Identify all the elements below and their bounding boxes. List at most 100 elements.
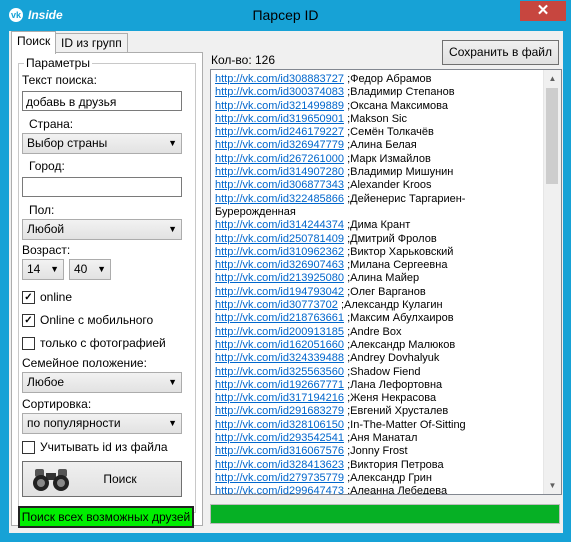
- profile-link[interactable]: http://vk.com/id250781409: [215, 233, 344, 245]
- list-item: http://vk.com/id317194216 ;Женя Некрасов…: [215, 392, 540, 405]
- results-list-content: http://vk.com/id308883727 ;Федор Абрамов…: [215, 73, 540, 494]
- profile-name: ;Владимир Мишунин: [344, 166, 454, 179]
- profile-name: ;Женя Некрасова: [344, 392, 437, 405]
- profile-link[interactable]: http://vk.com/id328106150: [215, 419, 344, 431]
- scroll-thumb[interactable]: [546, 88, 558, 184]
- use-file-ids-checkbox[interactable]: Учитывать id из файла: [22, 440, 168, 454]
- photo-only-checkbox[interactable]: только с фотографией: [22, 336, 166, 350]
- profile-name: ;Алина Майер: [344, 272, 420, 285]
- profile-name: ;Милана Сергеевна: [344, 259, 448, 272]
- profile-link[interactable]: http://vk.com/id300374083: [215, 86, 344, 98]
- family-value: Любое: [27, 375, 65, 389]
- list-item: http://vk.com/id299647473 ;Алеанна Лебед…: [215, 485, 540, 494]
- list-item: http://vk.com/id306877343 ;Alexander Kro…: [215, 179, 540, 192]
- list-item: http://vk.com/id326947779 ;Алина Белая: [215, 139, 540, 152]
- profile-link[interactable]: http://vk.com/id328413623: [215, 459, 344, 471]
- list-item: http://vk.com/id314907280 ;Владимир Мишу…: [215, 166, 540, 179]
- profile-link[interactable]: http://vk.com/id310962362: [215, 246, 344, 258]
- profile-link[interactable]: http://vk.com/id218763661: [215, 312, 344, 324]
- age-from-select[interactable]: 14 ▼: [22, 259, 64, 280]
- profile-name: ;Федор Абрамов: [344, 73, 432, 85]
- gender-select[interactable]: Любой ▼: [22, 219, 182, 240]
- sort-select[interactable]: по популярности ▼: [22, 413, 182, 434]
- profile-link[interactable]: http://vk.com/id316067576: [215, 445, 344, 457]
- list-item: http://vk.com/id328106150 ;In-The-Matter…: [215, 419, 540, 432]
- profile-link[interactable]: http://vk.com/id319650901: [215, 113, 344, 125]
- titlebar[interactable]: vk Inside Парсер ID ✕: [1, 1, 570, 30]
- profile-name: ;Аня Манатал: [344, 432, 418, 445]
- profile-link[interactable]: http://vk.com/id326907463: [215, 259, 344, 271]
- profile-link[interactable]: http://vk.com/id306877343: [215, 179, 344, 191]
- online-mobile-checkbox[interactable]: ✓ Online с мобильного: [22, 313, 153, 327]
- results-scrollbar[interactable]: ▲ ▼: [543, 70, 561, 494]
- list-item: http://vk.com/id321499889 ;Оксана Максим…: [215, 100, 540, 113]
- profile-link[interactable]: http://vk.com/id317194216: [215, 392, 344, 404]
- check-icon: ✓: [22, 313, 35, 327]
- profile-link[interactable]: http://vk.com/id162051660: [215, 339, 344, 351]
- progress-bar: [210, 504, 560, 524]
- profile-name: ;Евгений Хрусталев: [344, 405, 449, 418]
- online-mobile-label: Online с мобильного: [40, 313, 154, 327]
- scroll-up-icon[interactable]: ▲: [544, 70, 561, 87]
- profile-name: ;Александр Кулагин: [337, 299, 443, 312]
- search-button[interactable]: Поиск: [22, 461, 182, 497]
- list-item: http://vk.com/id324339488 ;Andrey Dovhal…: [215, 352, 540, 365]
- age-from-value: 14: [27, 262, 41, 276]
- check-icon: ✓: [22, 290, 35, 304]
- profile-link[interactable]: http://vk.com/id279735779: [215, 472, 344, 484]
- city-input[interactable]: [22, 177, 182, 197]
- profile-link[interactable]: http://vk.com/id321499889: [215, 100, 344, 112]
- chevron-down-icon: ▼: [50, 264, 59, 274]
- profile-name: ;Виктория Петрова: [344, 458, 444, 471]
- online-checkbox[interactable]: ✓ online: [22, 290, 72, 304]
- list-item: http://vk.com/id328413623 ;Виктория Петр…: [215, 459, 540, 472]
- profile-link[interactable]: http://vk.com/id314244374: [215, 219, 344, 231]
- profile-link[interactable]: http://vk.com/id200913185: [215, 326, 344, 338]
- profile-link[interactable]: http://vk.com/id293542541: [215, 432, 344, 444]
- profile-link[interactable]: http://vk.com/id192667771: [215, 379, 344, 391]
- profile-link[interactable]: http://vk.com/id194793042: [215, 286, 344, 298]
- profile-name: ;Дмитрий Фролов: [344, 232, 437, 245]
- results-list[interactable]: http://vk.com/id308883727 ;Федор Абрамов…: [210, 69, 562, 495]
- list-item: http://vk.com/id279735779 ;Александр Гри…: [215, 472, 540, 485]
- list-item: http://vk.com/id300374083 ;Владимир Степ…: [215, 86, 540, 99]
- profile-link[interactable]: http://vk.com/id213925080: [215, 272, 344, 284]
- country-select[interactable]: Выбор страны ▼: [22, 133, 182, 154]
- profile-link[interactable]: http://vk.com/id308883727: [215, 73, 344, 85]
- window-title: Парсер ID: [252, 7, 319, 23]
- profile-link[interactable]: http://vk.com/id326947779: [215, 139, 344, 151]
- list-item: http://vk.com/id194793042 ;Олег Варганов: [215, 286, 540, 299]
- list-item: http://vk.com/id322485866 ;Дейенерис Тар…: [215, 193, 540, 206]
- search-text-input[interactable]: добавь в друзья: [22, 91, 182, 111]
- profile-link[interactable]: http://vk.com/id322485866: [215, 193, 344, 205]
- profile-name: ;Shadow Fiend: [344, 365, 421, 378]
- profile-name: ;Оксана Максимова: [344, 99, 449, 112]
- checkbox-empty-icon: [22, 336, 35, 350]
- list-item: http://vk.com/id213925080 ;Алина Майер: [215, 272, 540, 285]
- profile-link[interactable]: http://vk.com/id267261000: [215, 153, 344, 165]
- profile-link[interactable]: http://vk.com/id30773702: [215, 299, 338, 311]
- search-text-label: Текст поиска:: [22, 73, 97, 87]
- profile-link[interactable]: http://vk.com/id246179227: [215, 126, 344, 138]
- profile-name: ;Alexander Kroos: [344, 179, 432, 192]
- list-item: http://vk.com/id162051660 ;Александр Мал…: [215, 339, 540, 352]
- tab-search[interactable]: Поиск: [11, 31, 57, 54]
- profile-link[interactable]: http://vk.com/id325563560: [215, 366, 344, 378]
- search-all-friends-button[interactable]: Поиск всех возможных друзей: [18, 506, 194, 528]
- family-select[interactable]: Любое ▼: [22, 372, 182, 393]
- profile-link[interactable]: http://vk.com/id291683279: [215, 405, 344, 417]
- save-to-file-button[interactable]: Сохранить в файл: [442, 40, 559, 65]
- tab-group-ids[interactable]: ID из групп: [55, 33, 128, 53]
- app-window: vk Inside Парсер ID ✕ Поиск ID из групп …: [0, 0, 571, 542]
- list-item: Бурерожденная: [215, 206, 540, 219]
- profile-link[interactable]: http://vk.com/id324339488: [215, 352, 344, 364]
- profile-link[interactable]: http://vk.com/id299647473: [215, 485, 344, 494]
- profile-link[interactable]: http://vk.com/id314907280: [215, 166, 344, 178]
- age-to-select[interactable]: 40 ▼: [69, 259, 111, 280]
- result-count: Кол-во: 126: [211, 53, 276, 67]
- chevron-down-icon: ▼: [168, 224, 177, 234]
- scroll-down-icon[interactable]: ▼: [544, 477, 561, 494]
- profile-name: ;Andre Box: [344, 325, 402, 338]
- photo-only-label: только с фотографией: [40, 336, 166, 350]
- close-button[interactable]: ✕: [520, 1, 566, 21]
